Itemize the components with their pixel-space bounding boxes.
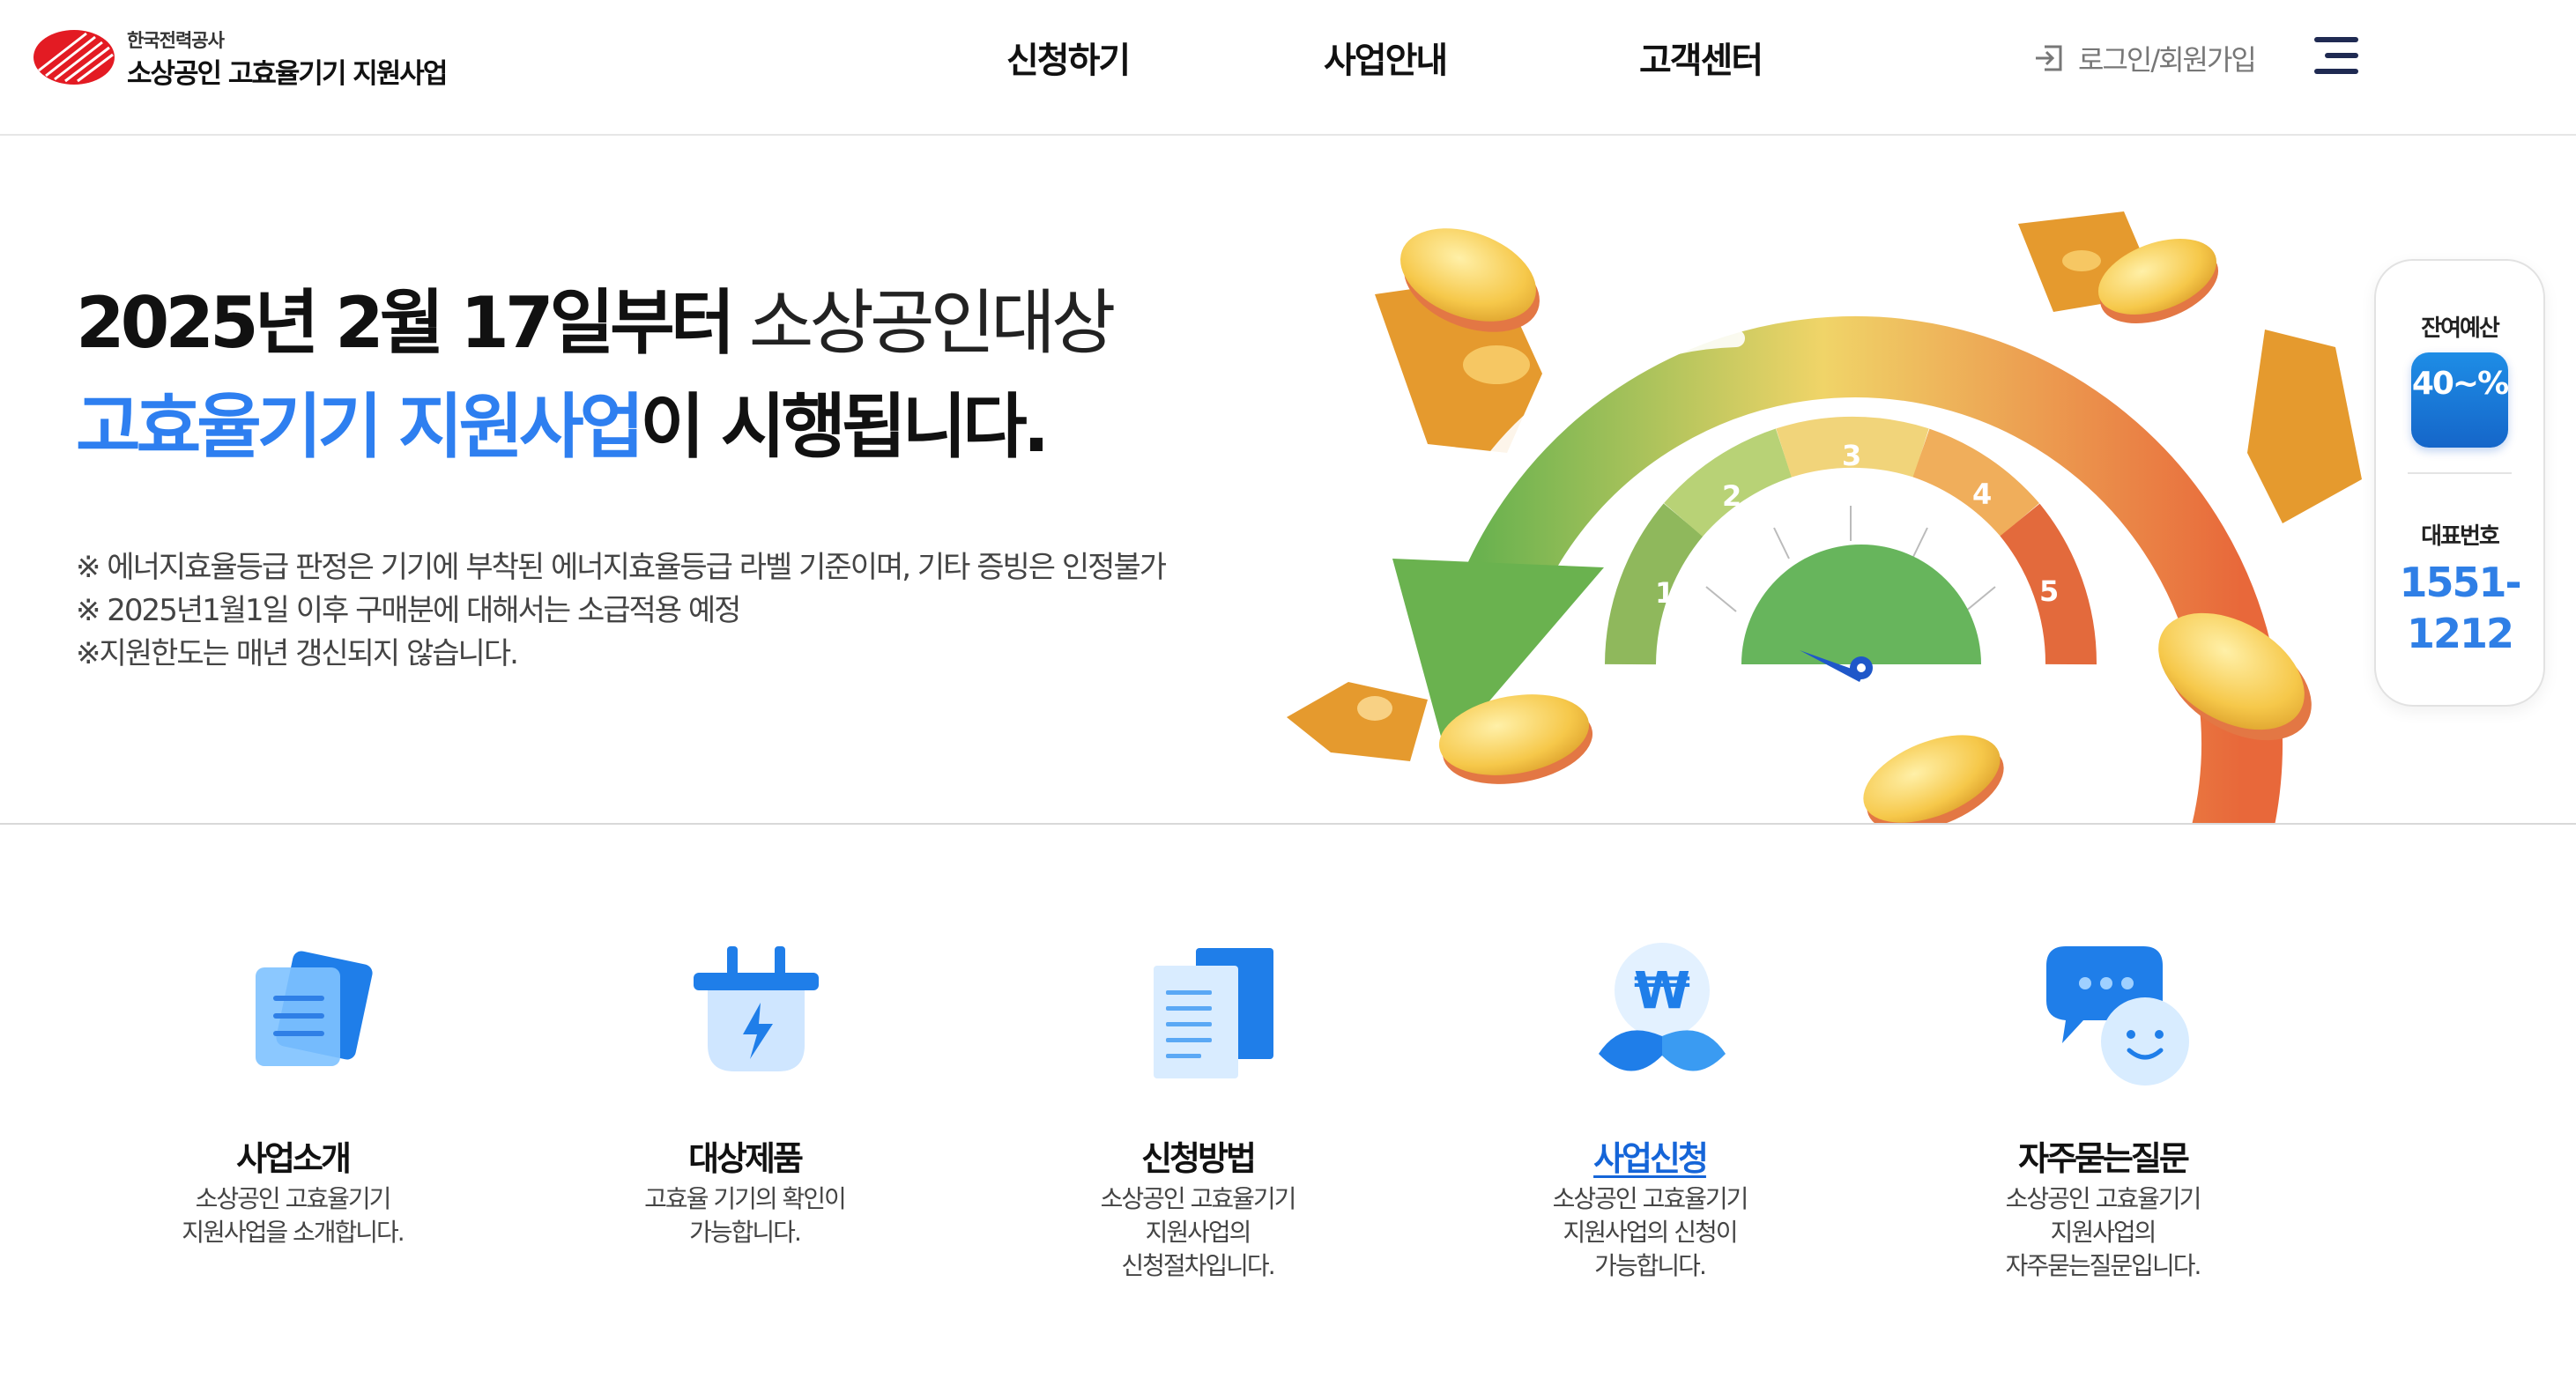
login-icon bbox=[2036, 45, 2062, 71]
kepco-logo-icon bbox=[33, 30, 115, 85]
service-title: 사업신청 bbox=[1593, 1139, 1709, 1178]
plug-lightning-icon bbox=[694, 946, 819, 1071]
documents-icon bbox=[1154, 948, 1273, 1078]
login-signup-link[interactable]: 로그인/회원가입 bbox=[2032, 39, 2257, 78]
note-item: ※ 에너지효율등급 판정은 기기에 부착된 에너지효율등급 라벨 기준이며, 기… bbox=[76, 550, 1167, 585]
phone-number[interactable]: 1551- 1212 bbox=[2376, 557, 2543, 659]
site-header: 한국전력공사 소상공인 고효율기기 지원사업 신청하기 사업안내 고객센터 로그… bbox=[0, 0, 2576, 136]
remaining-budget-badge[interactable]: 40~% bbox=[2411, 352, 2509, 448]
service-target-products[interactable]: 대상제품 고효율 기기의 확인이 가능합니다. bbox=[595, 939, 895, 1327]
nav-business-info[interactable]: 사업안내 bbox=[1324, 32, 1448, 83]
hero-banner: 2025년 2월 17일부터 소상공인대상 고효율기기 지원사업이 시행됩니다.… bbox=[0, 136, 2576, 825]
note-item: ※ 2025년1월1일 이후 구매분에 대해서는 소급적용 예정 bbox=[76, 593, 741, 628]
gauge-grade-5: 5 bbox=[2039, 574, 2059, 608]
hero-headline-line2: 고효율기기 지원사업이 시행됩니다. bbox=[76, 370, 1050, 472]
service-description: 소상공인 고효율기기 지원사업의 신청절차입니다. bbox=[1100, 1184, 1297, 1280]
service-faq[interactable]: 자주묻는질문 소상공인 고효율기기 지원사업의 자주묻는질문입니다. bbox=[1953, 939, 2253, 1327]
document-stack-icon bbox=[256, 951, 373, 1066]
service-menu: 사업소개 소상공인 고효율기기 지원사업을 소개합니다. 대상제품 고효율 기기… bbox=[0, 825, 2576, 1393]
service-apply-now[interactable]: ₩ 사업신청 소상공인 고효율기기 지원사업의 신청이 가능합니다. bbox=[1500, 939, 1800, 1327]
service-title: 사업소개 bbox=[236, 1139, 352, 1178]
efficiency-gauge-illustration: 1 2 3 4 5 bbox=[1287, 211, 2362, 823]
hamburger-menu-icon[interactable] bbox=[2311, 33, 2362, 78]
service-description: 소상공인 고효율기기 지원사업의 신청이 가능합니다. bbox=[1552, 1184, 1749, 1280]
login-label: 로그인/회원가입 bbox=[2078, 43, 2257, 77]
remaining-budget-label: 잔여예산 bbox=[2421, 315, 2500, 342]
phone-number-part: 1212 bbox=[2406, 610, 2514, 657]
hero-notes: ※ 에너지효율등급 판정은 기기에 부착된 에너지효율등급 라벨 기준이며, 기… bbox=[76, 546, 1167, 676]
svg-text:₩: ₩ bbox=[1634, 960, 1690, 1020]
chat-bubbles-icon bbox=[2046, 946, 2189, 1086]
service-business-intro[interactable]: 사업소개 소상공인 고효율기기 지원사업을 소개합니다. bbox=[143, 939, 442, 1327]
gauge-grade-3: 3 bbox=[1842, 439, 1861, 472]
hero-headline-rest: 이 시행됩니다. bbox=[640, 386, 1050, 468]
org-name: 한국전력공사 bbox=[127, 30, 225, 51]
quick-info-panel: 잔여예산 40~% 대표번호 1551- 1212 bbox=[2374, 259, 2545, 707]
remaining-budget-value: 40~% bbox=[2411, 366, 2509, 402]
gauge-grade-4: 4 bbox=[1972, 478, 1992, 511]
service-title: 자주묻는질문 bbox=[2018, 1139, 2190, 1178]
gauge-grade-1: 1 bbox=[1655, 576, 1674, 610]
service-title: 대상제품 bbox=[688, 1139, 804, 1178]
service-description: 소상공인 고효율기기 지원사업을 소개합니다. bbox=[182, 1184, 405, 1247]
hero-date: 2025년 2월 17일부터 bbox=[76, 282, 735, 364]
gauge-grade-2: 2 bbox=[1722, 479, 1741, 513]
service-description: 고효율 기기의 확인이 가능합니다. bbox=[644, 1184, 847, 1247]
site-name: 소상공인 고효율기기 지원사업 bbox=[127, 58, 448, 90]
nav-apply[interactable]: 신청하기 bbox=[1006, 32, 1131, 83]
phone-number-part: 1551- bbox=[2399, 559, 2521, 606]
service-title: 신청방법 bbox=[1141, 1139, 1257, 1178]
hero-target: 소상공인대상 bbox=[748, 282, 1117, 364]
nav-customer-center[interactable]: 고객센터 bbox=[1639, 32, 1763, 83]
won-sprout-icon: ₩ bbox=[1599, 943, 1726, 1071]
banknote-icon bbox=[1287, 682, 1428, 761]
note-item: ※지원한도는 매년 갱신되지 않습니다. bbox=[76, 636, 519, 671]
banknote-icon bbox=[2247, 330, 2362, 523]
phone-label: 대표번호 bbox=[2421, 523, 2500, 550]
service-how-to-apply[interactable]: 신청방법 소상공인 고효율기기 지원사업의 신청절차입니다. bbox=[1048, 939, 1347, 1327]
coin-icon bbox=[1863, 735, 2004, 823]
panel-divider bbox=[2408, 472, 2512, 474]
hero-headline-line1: 2025년 2월 17일부터 소상공인대상 bbox=[76, 266, 1117, 368]
hero-program-name: 고효율기기 지원사업 bbox=[76, 386, 644, 468]
service-description: 소상공인 고효율기기 지원사업의 자주묻는질문입니다. bbox=[2005, 1184, 2202, 1280]
site-logo[interactable]: 한국전력공사 소상공인 고효율기기 지원사업 bbox=[32, 25, 455, 95]
